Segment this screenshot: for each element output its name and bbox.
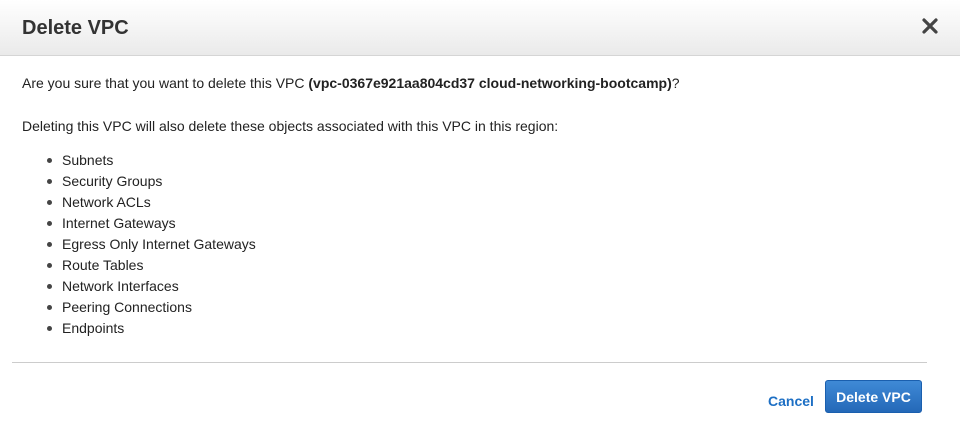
- list-item: Endpoints: [44, 318, 256, 339]
- list-item: Network Interfaces: [44, 276, 256, 297]
- delete-vpc-button[interactable]: Delete VPC: [825, 380, 922, 413]
- confirm-prefix: Are you sure that you want to delete thi…: [22, 75, 309, 91]
- list-item-label: Route Tables: [62, 257, 144, 273]
- confirm-message: Are you sure that you want to delete thi…: [22, 74, 680, 92]
- list-item-label: Egress Only Internet Gateways: [62, 236, 256, 252]
- cancel-button[interactable]: Cancel: [768, 392, 814, 410]
- list-item: Egress Only Internet Gateways: [44, 234, 256, 255]
- bullet-icon: [47, 242, 52, 247]
- list-item: Route Tables: [44, 255, 256, 276]
- footer-divider: [12, 362, 927, 363]
- list-item: Subnets: [44, 150, 256, 171]
- list-item: Security Groups: [44, 171, 256, 192]
- list-item-label: Internet Gateways: [62, 215, 176, 231]
- delete-vpc-dialog: Delete VPC Are you sure that you want to…: [0, 0, 960, 430]
- bullet-icon: [47, 263, 52, 268]
- list-item: Peering Connections: [44, 297, 256, 318]
- bullet-icon: [47, 284, 52, 289]
- deletion-scope-text: Deleting this VPC will also delete these…: [22, 118, 559, 134]
- vpc-name: (vpc-0367e921aa804cd37 cloud-networking-…: [308, 75, 672, 91]
- list-item-label: Security Groups: [62, 173, 163, 189]
- dialog-header: Delete VPC: [0, 0, 960, 56]
- bullet-icon: [47, 305, 52, 310]
- list-item-label: Subnets: [62, 152, 114, 168]
- list-item-label: Endpoints: [62, 320, 125, 336]
- confirm-suffix: ?: [671, 75, 680, 91]
- dialog-title: Delete VPC: [22, 17, 129, 39]
- associated-objects-list: Subnets Security Groups Network ACLs Int…: [44, 150, 256, 339]
- close-icon[interactable]: [918, 14, 942, 38]
- bullet-icon: [47, 179, 52, 184]
- list-item-label: Peering Connections: [62, 299, 192, 315]
- list-item-label: Network ACLs: [62, 194, 151, 210]
- list-item: Network ACLs: [44, 192, 256, 213]
- list-item-label: Network Interfaces: [62, 278, 179, 294]
- bullet-icon: [47, 326, 52, 331]
- list-item: Internet Gateways: [44, 213, 256, 234]
- bullet-icon: [47, 221, 52, 226]
- bullet-icon: [47, 158, 52, 163]
- bullet-icon: [47, 200, 52, 205]
